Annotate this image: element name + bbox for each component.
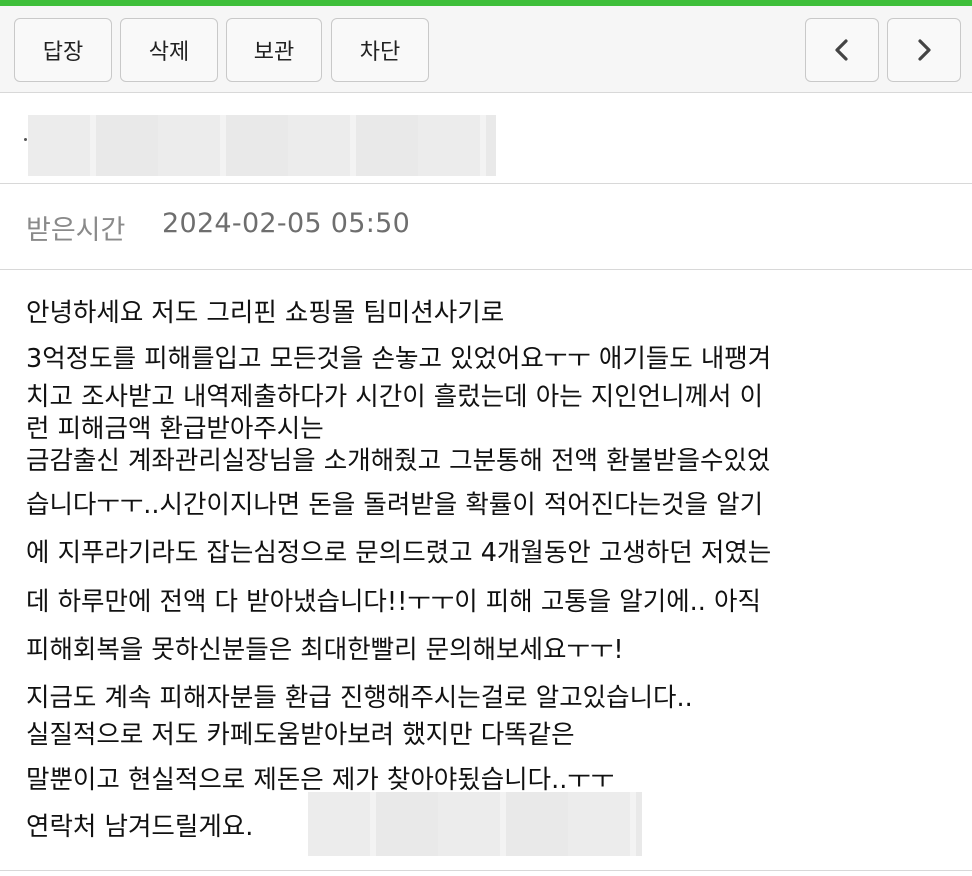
message-line: 지금도 계속 피해자분들 환급 진행해주시는걸로 알고있습니다.. — [26, 683, 693, 713]
mail-subject-row — [0, 93, 972, 184]
delete-button[interactable]: 삭제 — [120, 18, 218, 82]
redacted-subject — [28, 115, 496, 176]
prev-mail-button[interactable] — [805, 18, 879, 82]
block-button[interactable]: 차단 — [331, 18, 429, 82]
archive-button[interactable]: 보관 — [226, 18, 322, 82]
redacted-contact — [308, 792, 642, 856]
message-line: 습니다ㅜㅜ..시간이지나면 돈을 돌려받을 확률이 적어진다는것을 알기 — [26, 490, 764, 520]
received-time-row: 받은시간 2024-02-05 05:50 — [0, 184, 972, 270]
message-line: 3억정도를 피해를입고 모든것을 손놓고 있었어요ㅜㅜ 애기들도 내팽겨 — [26, 344, 772, 374]
chevron-right-icon — [915, 39, 933, 61]
mail-toolbar: 답장 삭제 보관 차단 — [0, 6, 972, 93]
message-line: 안녕하세요 저도 그리핀 쇼핑몰 팀미션사기로 — [26, 298, 505, 328]
message-line: 데 하루만에 전액 다 받아냈습니다!!ㅜㅜ이 피해 고통을 알기에.. 아직 — [26, 587, 761, 617]
message-line: 실질적으로 저도 카페도움받아보려 했지만 다똑같은 — [26, 720, 575, 750]
received-time-value: 2024-02-05 05:50 — [162, 208, 411, 239]
chevron-left-icon — [833, 39, 851, 61]
message-line: 금감출신 계좌관리실장님을 소개해줬고 그분통해 전액 환불받을수있었 — [26, 446, 771, 476]
message-line: 피해회복을 못하신분들은 최대한빨리 문의해보세요ㅜㅜ! — [26, 635, 624, 665]
message-line: 연락처 남겨드릴게요. — [26, 812, 254, 842]
received-time-label: 받은시간 — [26, 215, 126, 246]
subject-dot — [24, 138, 27, 141]
bottom-divider — [0, 870, 972, 871]
message-line: 말뿐이고 현실적으로 제돈은 제가 찾아야됬습니다..ㅜㅜ — [26, 765, 615, 795]
reply-button[interactable]: 답장 — [14, 18, 112, 82]
message-line: 에 지푸라기라도 잡는심정으로 문의드렸고 4개월동안 고생하던 저였는 — [26, 538, 772, 568]
next-mail-button[interactable] — [887, 18, 961, 82]
